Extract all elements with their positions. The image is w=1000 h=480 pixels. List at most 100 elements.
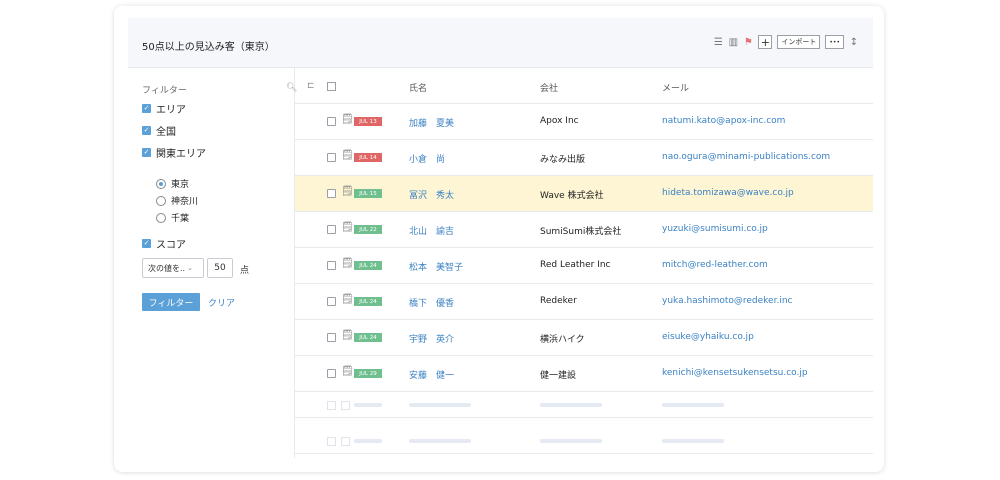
- radio-tokyo[interactable]: 東京: [156, 177, 189, 190]
- email-link[interactable]: hideta.tomizawa@wave.co.jp: [662, 188, 794, 198]
- lead-name-link[interactable]: 安藤 健一: [409, 368, 454, 381]
- company-name: 横浜ハイク: [540, 335, 585, 345]
- column-header-email[interactable]: メール: [662, 81, 689, 94]
- email-link[interactable]: nao.ogura@minami-publications.com: [662, 152, 830, 162]
- lead-name-link[interactable]: 北山 諭吉: [409, 224, 454, 237]
- table-row[interactable]: 🗒︎ JUL 29 安藤 健一 健一建設 kenichi@kensetsukensets…: [295, 356, 873, 392]
- row-checkbox[interactable]: [327, 261, 336, 270]
- column-settings-icon[interactable]: ⊏: [307, 81, 315, 91]
- radio-kanagawa[interactable]: 神奈川: [156, 194, 198, 207]
- company-name: Red Leather Inc: [540, 260, 611, 270]
- lead-name-link[interactable]: 宇野 英介: [409, 332, 454, 345]
- checkbox-checked-icon[interactable]: ✓: [142, 239, 151, 248]
- radio-icon[interactable]: [156, 212, 166, 223]
- company-name: SumiSumi株式会社: [540, 227, 622, 237]
- score-input[interactable]: 50: [207, 258, 233, 278]
- email-link[interactable]: eisuke@yhaiku.co.jp: [662, 332, 754, 342]
- lead-name-link[interactable]: 加藤 夏美: [409, 116, 454, 129]
- row-checkbox[interactable]: [327, 333, 336, 342]
- date-tag: JUL 29: [354, 369, 382, 378]
- note-icon[interactable]: 🗒︎: [341, 151, 354, 161]
- date-tag: JUL 24: [354, 333, 382, 342]
- sort-icon[interactable]: ↕: [849, 35, 859, 49]
- checkbox-checked-icon[interactable]: ✓: [142, 148, 151, 157]
- email-link[interactable]: yuzuki@sumisumi.co.jp: [662, 224, 768, 234]
- checkbox-label: 全国: [156, 127, 176, 138]
- checkbox-label: 関東エリア: [156, 149, 206, 160]
- condition-select[interactable]: 次の値を.. ⌄: [142, 258, 204, 278]
- note-icon[interactable]: 🗒︎: [341, 187, 354, 197]
- note-icon[interactable]: 🗒︎: [341, 259, 354, 269]
- email-link[interactable]: natumi.kato@apox-inc.com: [662, 116, 785, 126]
- note-icon[interactable]: 🗒︎: [341, 367, 354, 377]
- date-tag: JUL 24: [354, 297, 382, 306]
- list-view-icon[interactable]: ☰: [713, 35, 723, 49]
- radio-icon[interactable]: [156, 195, 166, 206]
- leads-table: ⊏ 氏名 会社 メール 🗒︎ JUL 13 加藤 夏美 Apox Inc natumi.…: [295, 68, 873, 458]
- placeholder-checkbox: [327, 437, 336, 446]
- flag-icon[interactable]: ⚑: [743, 35, 753, 49]
- import-button[interactable]: インポート: [777, 35, 821, 49]
- row-checkbox[interactable]: [327, 117, 336, 126]
- row-checkbox[interactable]: [327, 189, 336, 198]
- placeholder-bar: [662, 403, 724, 407]
- radio-selected-icon[interactable]: [156, 178, 166, 189]
- table-row[interactable]: 🗒︎ JUL 24 宇野 英介 横浜ハイク eisuke@yhaiku.co.jp: [295, 320, 873, 356]
- email-link[interactable]: mitch@red-leather.com: [662, 260, 768, 270]
- note-icon[interactable]: 🗒︎: [341, 115, 354, 125]
- placeholder-bar: [540, 403, 602, 407]
- row-checkbox[interactable]: [327, 297, 336, 306]
- more-button[interactable]: •••: [825, 35, 844, 49]
- lead-name-link[interactable]: 小倉 尚: [409, 152, 445, 165]
- score-unit: 点: [240, 266, 250, 276]
- row-checkbox[interactable]: [327, 153, 336, 162]
- radio-label: 千葉: [171, 214, 190, 224]
- add-button[interactable]: +: [758, 35, 773, 49]
- placeholder-checkbox: [327, 401, 336, 410]
- table-row[interactable]: 🗒︎ JUL 13 加藤 夏美 Apox Inc natumi.kato@apox-in…: [295, 104, 873, 140]
- placeholder-bar: [540, 439, 602, 443]
- table-header: ⊏ 氏名 会社 メール: [295, 68, 873, 104]
- row-checkbox[interactable]: [327, 225, 336, 234]
- note-icon[interactable]: 🗒︎: [341, 331, 354, 341]
- column-header-name[interactable]: 氏名: [409, 81, 427, 94]
- date-tag: JUL 22: [354, 225, 382, 234]
- table-row[interactable]: 🗒︎ JUL 14 小倉 尚 みなみ出版 nao.ogura@minami-public…: [295, 140, 873, 176]
- checkbox-nationwide[interactable]: ✓ 全国: [142, 123, 176, 138]
- checkbox-area[interactable]: ✓ エリア: [142, 101, 186, 116]
- placeholder-note: [341, 437, 350, 446]
- email-link[interactable]: kenichi@kensetsukensetsu.co.jp: [662, 368, 808, 378]
- column-view-icon[interactable]: ▥: [728, 35, 738, 49]
- toolbar: ☰ ▥ ⚑ + インポート ••• ↕: [713, 35, 859, 49]
- lead-name-link[interactable]: 橋下 優香: [409, 296, 454, 309]
- table-row[interactable]: 🗒︎ JUL 22 北山 諭吉 SumiSumi株式会社 yuzuki@sumisumi…: [295, 212, 873, 248]
- date-tag: JUL 24: [354, 261, 382, 270]
- checkbox-score[interactable]: ✓ スコア: [142, 236, 186, 251]
- date-tag: JUL 15: [354, 189, 382, 198]
- select-all-checkbox[interactable]: [327, 82, 336, 91]
- note-icon[interactable]: 🗒︎: [341, 295, 354, 305]
- lead-name-link[interactable]: 松本 美智子: [409, 260, 463, 273]
- checkbox-checked-icon[interactable]: ✓: [142, 126, 151, 135]
- company-name: Redeker: [540, 296, 577, 306]
- checkbox-kanto[interactable]: ✓ 関東エリア: [142, 145, 206, 160]
- email-link[interactable]: yuka.hashimoto@redeker.inc: [662, 296, 793, 306]
- date-tag: JUL 13: [354, 117, 382, 126]
- company-name: Apox Inc: [540, 116, 579, 126]
- lead-name-link[interactable]: 冨沢 秀太: [409, 188, 454, 201]
- apply-filter-button[interactable]: フィルター: [142, 293, 200, 311]
- table-row[interactable]: 🗒︎ JUL 24 松本 美智子 Red Leather Inc mitch@red-l…: [295, 248, 873, 284]
- table-row[interactable]: 🗒︎ JUL 15 冨沢 秀太 Wave 株式会社 hideta.tomizawa@wa…: [295, 176, 873, 212]
- table-row[interactable]: 🗒︎ JUL 24 橋下 優香 Redeker yuka.hashimoto@redek…: [295, 284, 873, 320]
- clear-link[interactable]: クリア: [208, 296, 235, 309]
- chevron-down-icon: ⌄: [187, 264, 193, 272]
- row-checkbox[interactable]: [327, 369, 336, 378]
- placeholder-bar: [409, 439, 471, 443]
- note-icon[interactable]: 🗒︎: [341, 223, 354, 233]
- checkbox-checked-icon[interactable]: ✓: [142, 104, 151, 113]
- radio-label: 神奈川: [171, 197, 199, 207]
- column-header-company[interactable]: 会社: [540, 81, 558, 94]
- placeholder-bar: [409, 403, 471, 407]
- page-title: 50点以上の見込み客（東京）: [142, 42, 275, 53]
- radio-chiba[interactable]: 千葉: [156, 211, 189, 224]
